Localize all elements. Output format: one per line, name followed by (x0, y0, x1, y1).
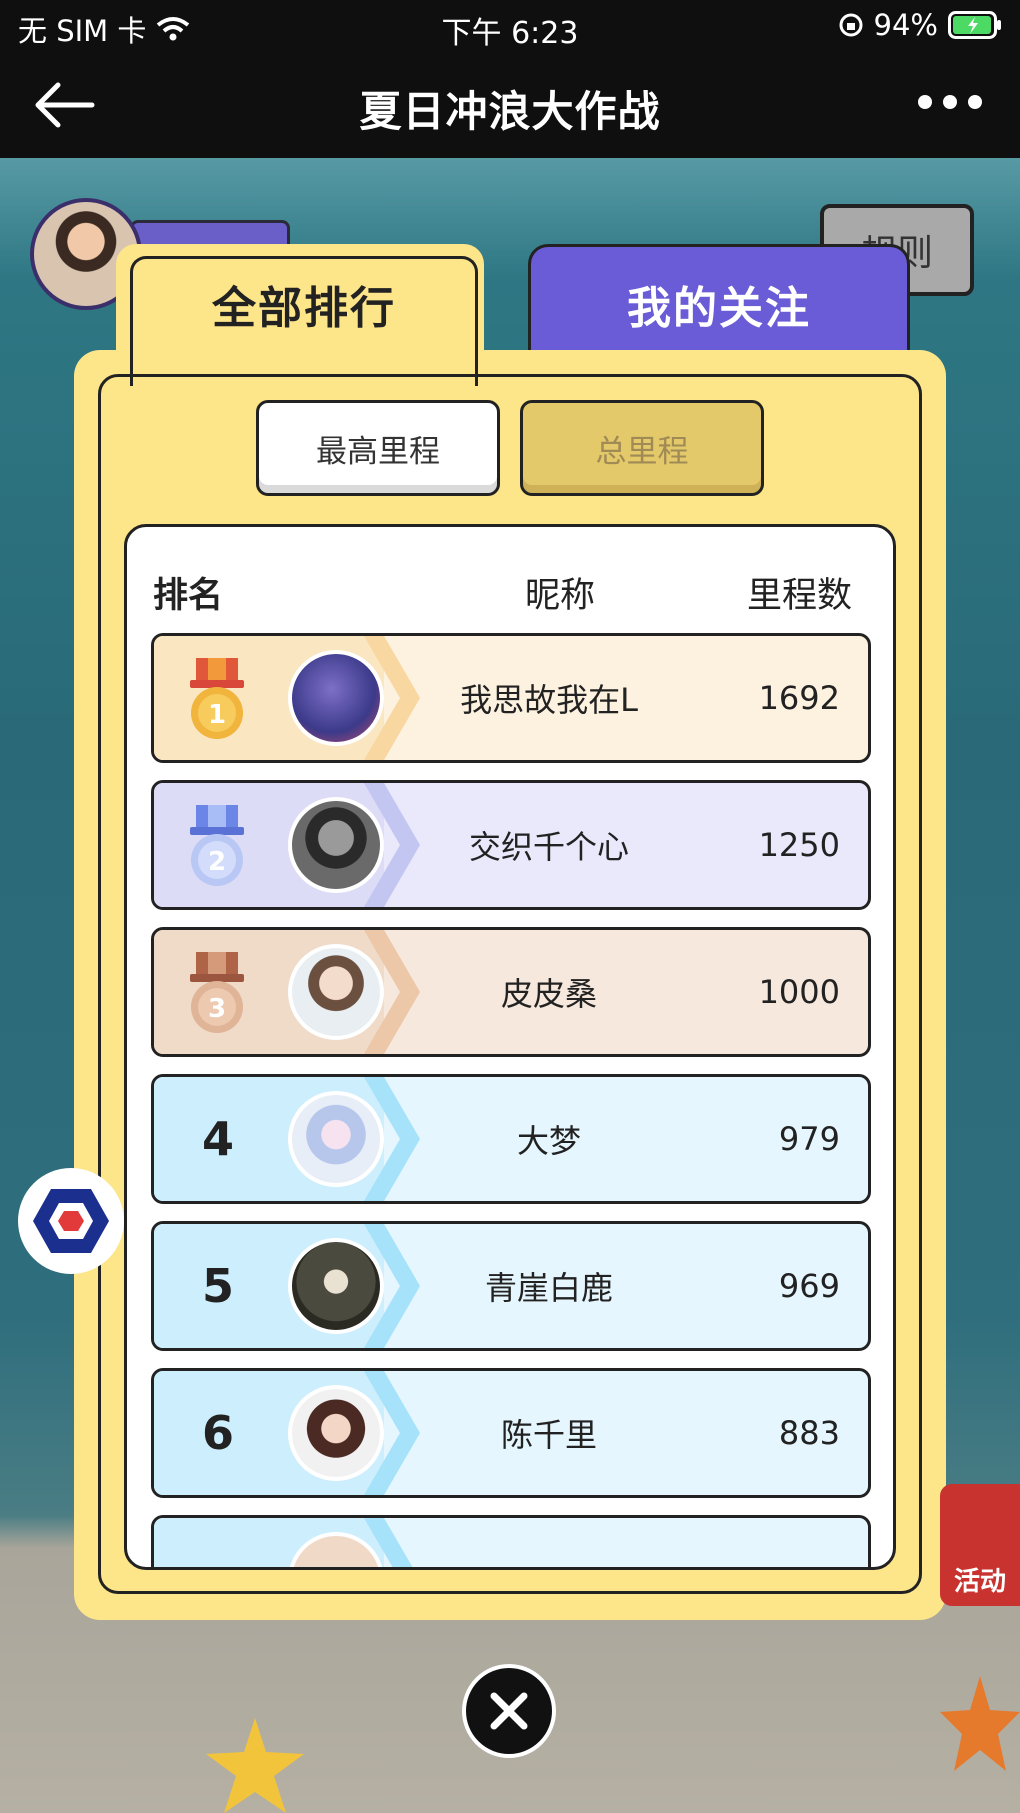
player-name: 交织千个心 (468, 828, 629, 866)
silver-medal-icon: 2 (190, 805, 244, 886)
table-row[interactable]: 4 大梦 979 (151, 1074, 871, 1204)
header-nickname: 昵称 (525, 576, 596, 616)
floating-app-button[interactable] (18, 1168, 124, 1274)
player-distance: 969 (778, 1267, 840, 1305)
segment-highest-distance[interactable]: 最高里程 (256, 400, 500, 496)
avatar (288, 650, 384, 746)
rank-number: 6 (201, 1406, 234, 1460)
page-title: 夏日冲浪大作战 (359, 87, 661, 136)
header-distance: 里程数 (747, 576, 853, 616)
avatar (288, 1091, 384, 1187)
svg-text:3: 3 (208, 994, 226, 1024)
close-icon (490, 1692, 528, 1730)
player-distance: 1250 (758, 826, 840, 864)
battery-percent: 94% (873, 8, 938, 42)
player-distance: 883 (778, 1414, 840, 1452)
rank-number: 4 (201, 1112, 234, 1166)
ranking-list[interactable]: 排名 昵称 里程数 1 我思故我在L 1692 2 交织千个心 1250 3 皮… (124, 524, 896, 1570)
player-name: 皮皮桑 (500, 975, 597, 1013)
nav-bar: 夏日冲浪大作战 (0, 52, 1020, 158)
table-row[interactable]: 1 我思故我在L 1692 (151, 633, 871, 763)
player-name: 我思故我在L (460, 681, 638, 719)
bronze-medal-icon: 3 (190, 952, 244, 1033)
orientation-lock-icon (839, 13, 863, 37)
activity-promo-button[interactable]: 活动 (940, 1484, 1020, 1606)
player-name: 青崖白鹿 (484, 1269, 613, 1307)
segment-total-distance[interactable]: 总里程 (520, 400, 764, 496)
starfish-icon (206, 1718, 304, 1813)
svg-text:2: 2 (208, 847, 226, 877)
status-bar: 无 SIM 卡 下午 6:23 94% (0, 0, 1020, 52)
avatar (288, 944, 384, 1040)
battery-icon (948, 11, 1001, 39)
player-distance: 1000 (758, 973, 840, 1011)
table-row[interactable]: 5 青崖白鹿 969 (151, 1221, 871, 1351)
starfish-icon (940, 1676, 1020, 1771)
close-button[interactable] (462, 1664, 556, 1758)
hexagon-logo-icon (33, 1189, 109, 1253)
svg-text:1: 1 (208, 700, 226, 730)
table-row[interactable]: 2 交织千个心 1250 (151, 780, 871, 910)
player-name: 大梦 (516, 1122, 581, 1160)
tab-my-follows-label: 我的关注 (627, 283, 811, 334)
player-distance: 979 (778, 1120, 840, 1158)
rank-number: 5 (201, 1259, 234, 1313)
header-rank: 排名 (153, 576, 224, 616)
avatar (288, 1238, 384, 1334)
avatar (288, 797, 384, 893)
avatar (288, 1385, 384, 1481)
table-row[interactable] (151, 1515, 871, 1567)
player-name: 陈千里 (500, 1416, 597, 1454)
tab-all-ranking-label: 全部排行 (212, 283, 396, 334)
gold-medal-icon: 1 (190, 658, 244, 739)
player-distance: 1692 (758, 679, 840, 717)
more-menu-icon[interactable] (918, 90, 982, 114)
table-row[interactable]: 3 皮皮桑 1000 (151, 927, 871, 1057)
table-row[interactable]: 6 陈千里 883 (151, 1368, 871, 1498)
